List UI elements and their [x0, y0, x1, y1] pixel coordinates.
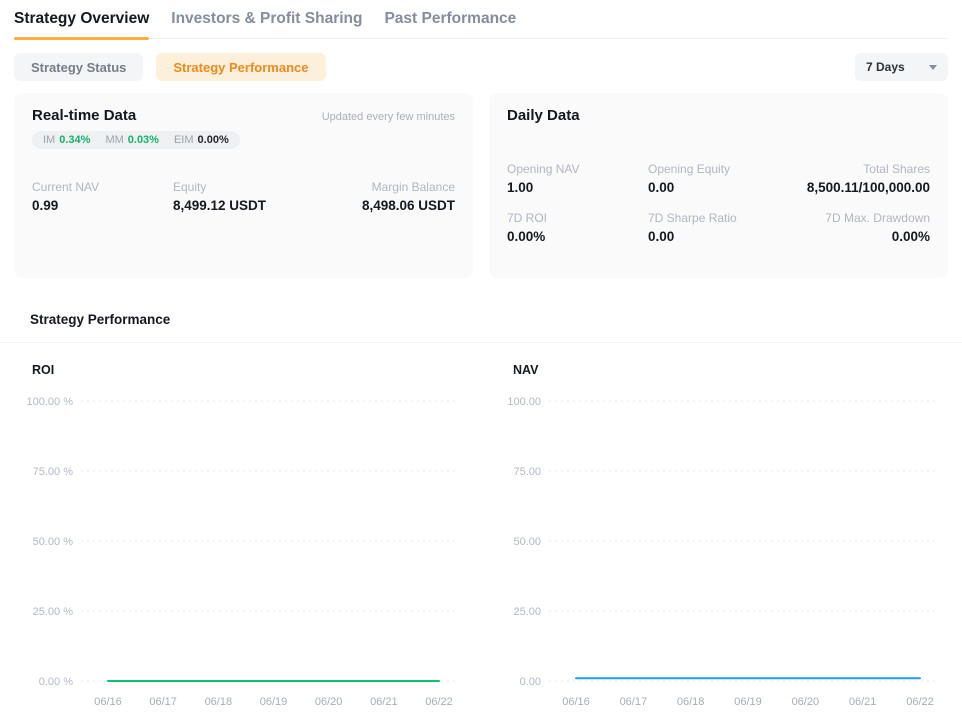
mm-badge: MM 0.03%	[105, 134, 159, 146]
equity-stat: Equity 8,499.12 USDT	[173, 180, 314, 213]
strategy-performance-section: Strategy Performance ROI 100.00 % 75.00 %…	[14, 312, 948, 715]
main-tab-bar: Strategy Overview Investors & Profit Sha…	[14, 0, 948, 39]
im-value: 0.34%	[59, 134, 90, 146]
y-tick-label: 75.00 %	[33, 466, 74, 478]
section-divider	[0, 342, 962, 343]
7d-roi-value: 0.00%	[507, 229, 648, 244]
x-tick-label: 06/20	[792, 696, 820, 708]
realtime-card-header: Real-time Data Updated every few minutes	[32, 107, 455, 124]
nav-chart-block: NAV 100.00 75.00 50.00 25.00 0.00 06/16 06/17 0…	[497, 363, 946, 715]
opening-nav-label: Opening NAV	[507, 162, 648, 176]
sub-nav: Strategy Status Strategy Performance 7 D…	[14, 53, 948, 81]
eim-value: 0.00%	[198, 134, 229, 146]
x-tick-label: 06/22	[425, 696, 453, 708]
7d-max-drawdown-value: 0.00%	[789, 229, 930, 244]
x-tick-label: 06/18	[205, 696, 233, 708]
margin-balance-label: Margin Balance	[314, 180, 455, 194]
tab-strategy-overview[interactable]: Strategy Overview	[14, 7, 149, 38]
x-tick-label: 06/17	[149, 696, 177, 708]
opening-equity-stat: Opening Equity 0.00	[648, 162, 789, 195]
nav-chart: 100.00 75.00 50.00 25.00 0.00 06/16 06/17 06/18…	[497, 385, 946, 715]
7d-sharpe-ratio-label: 7D Sharpe Ratio	[648, 211, 789, 225]
total-shares-value: 8,500.11/100,000.00	[789, 180, 930, 195]
y-tick-label: 50.00 %	[33, 536, 74, 548]
realtime-card-title: Real-time Data	[32, 107, 136, 124]
strategy-page: Strategy Overview Investors & Profit Sha…	[0, 0, 962, 715]
y-tick-label: 75.00	[513, 466, 541, 478]
opening-equity-value: 0.00	[648, 180, 789, 195]
y-tick-label: 25.00 %	[33, 606, 74, 618]
eim-badge: EIM 0.00%	[174, 134, 229, 146]
tab-past-performance[interactable]: Past Performance	[384, 7, 516, 38]
margin-balance-value: 8,498.06 USDT	[314, 198, 455, 213]
y-tick-label: 100.00	[507, 396, 541, 408]
current-nav-label: Current NAV	[32, 180, 173, 194]
7d-sharpe-ratio-stat: 7D Sharpe Ratio 0.00	[648, 211, 789, 244]
eim-label: EIM	[174, 134, 194, 146]
x-tick-label: 06/18	[677, 696, 705, 708]
subtab-strategy-status[interactable]: Strategy Status	[14, 53, 143, 81]
x-tick-label: 06/20	[315, 696, 343, 708]
7d-roi-label: 7D ROI	[507, 211, 648, 225]
im-badge: IM 0.34%	[43, 134, 90, 146]
mm-value: 0.03%	[128, 134, 159, 146]
strategy-performance-heading: Strategy Performance	[14, 312, 948, 327]
equity-value: 8,499.12 USDT	[173, 198, 314, 213]
tab-investors-profit-sharing[interactable]: Investors & Profit Sharing	[171, 7, 362, 38]
7d-max-drawdown-label: 7D Max. Drawdown	[789, 211, 930, 225]
daily-stats-row-2: 7D ROI 0.00% 7D Sharpe Ratio 0.00 7D Max…	[507, 211, 930, 244]
realtime-data-card: Real-time Data Updated every few minutes…	[14, 93, 473, 278]
margin-balance-stat: Margin Balance 8,498.06 USDT	[314, 180, 455, 213]
updated-note: Updated every few minutes	[322, 111, 455, 123]
7d-sharpe-ratio-value: 0.00	[648, 229, 789, 244]
y-tick-label: 0.00 %	[39, 676, 73, 688]
charts-row: ROI 100.00 % 75.00 % 50.00 % 25.00 % 0.00 % 0…	[14, 363, 948, 715]
x-tick-label: 06/16	[562, 696, 590, 708]
x-tick-label: 06/16	[94, 696, 122, 708]
period-dropdown-value: 7 Days	[866, 60, 905, 74]
realtime-stats-row: Current NAV 0.99 Equity 8,499.12 USDT Ma…	[32, 180, 455, 213]
equity-label: Equity	[173, 180, 314, 194]
x-tick-label: 06/19	[734, 696, 762, 708]
opening-nav-stat: Opening NAV 1.00	[507, 162, 648, 195]
data-cards-row: Real-time Data Updated every few minutes…	[14, 93, 948, 278]
margin-ratio-badges: IM 0.34% MM 0.03% EIM 0.00%	[32, 131, 240, 149]
roi-chart-title: ROI	[16, 363, 465, 377]
mm-label: MM	[105, 134, 123, 146]
total-shares-label: Total Shares	[789, 162, 930, 176]
x-tick-label: 06/17	[620, 696, 648, 708]
nav-chart-svg: 100.00 75.00 50.00 25.00 0.00 06/16 06/17 06/18…	[497, 385, 946, 715]
chevron-down-icon	[929, 65, 937, 70]
7d-max-drawdown-stat: 7D Max. Drawdown 0.00%	[789, 211, 930, 244]
im-label: IM	[43, 134, 55, 146]
daily-card-title: Daily Data	[507, 107, 580, 124]
y-tick-label: 25.00	[513, 606, 541, 618]
opening-equity-label: Opening Equity	[648, 162, 789, 176]
subtab-strategy-performance[interactable]: Strategy Performance	[156, 53, 325, 81]
x-tick-label: 06/19	[260, 696, 288, 708]
7d-roi-stat: 7D ROI 0.00%	[507, 211, 648, 244]
daily-stats-row-1: Opening NAV 1.00 Opening Equity 0.00 Tot…	[507, 162, 930, 195]
opening-nav-value: 1.00	[507, 180, 648, 195]
roi-chart-block: ROI 100.00 % 75.00 % 50.00 % 25.00 % 0.00 % 0…	[16, 363, 465, 715]
y-tick-label: 50.00	[513, 536, 541, 548]
x-tick-label: 06/22	[906, 696, 934, 708]
roi-chart: 100.00 % 75.00 % 50.00 % 25.00 % 0.00 % 06/16…	[16, 385, 465, 715]
y-tick-label: 0.00	[520, 676, 541, 688]
x-tick-label: 06/21	[370, 696, 398, 708]
daily-data-card: Daily Data Opening NAV 1.00 Opening Equi…	[489, 93, 948, 278]
daily-card-header: Daily Data	[507, 107, 930, 124]
total-shares-stat: Total Shares 8,500.11/100,000.00	[789, 162, 930, 195]
period-dropdown[interactable]: 7 Days	[855, 53, 948, 81]
x-tick-label: 06/21	[849, 696, 877, 708]
roi-chart-svg: 100.00 % 75.00 % 50.00 % 25.00 % 0.00 % 06/16…	[16, 385, 465, 715]
y-tick-label: 100.00 %	[27, 396, 74, 408]
current-nav-value: 0.99	[32, 198, 173, 213]
current-nav-stat: Current NAV 0.99	[32, 180, 173, 213]
nav-chart-title: NAV	[497, 363, 946, 377]
